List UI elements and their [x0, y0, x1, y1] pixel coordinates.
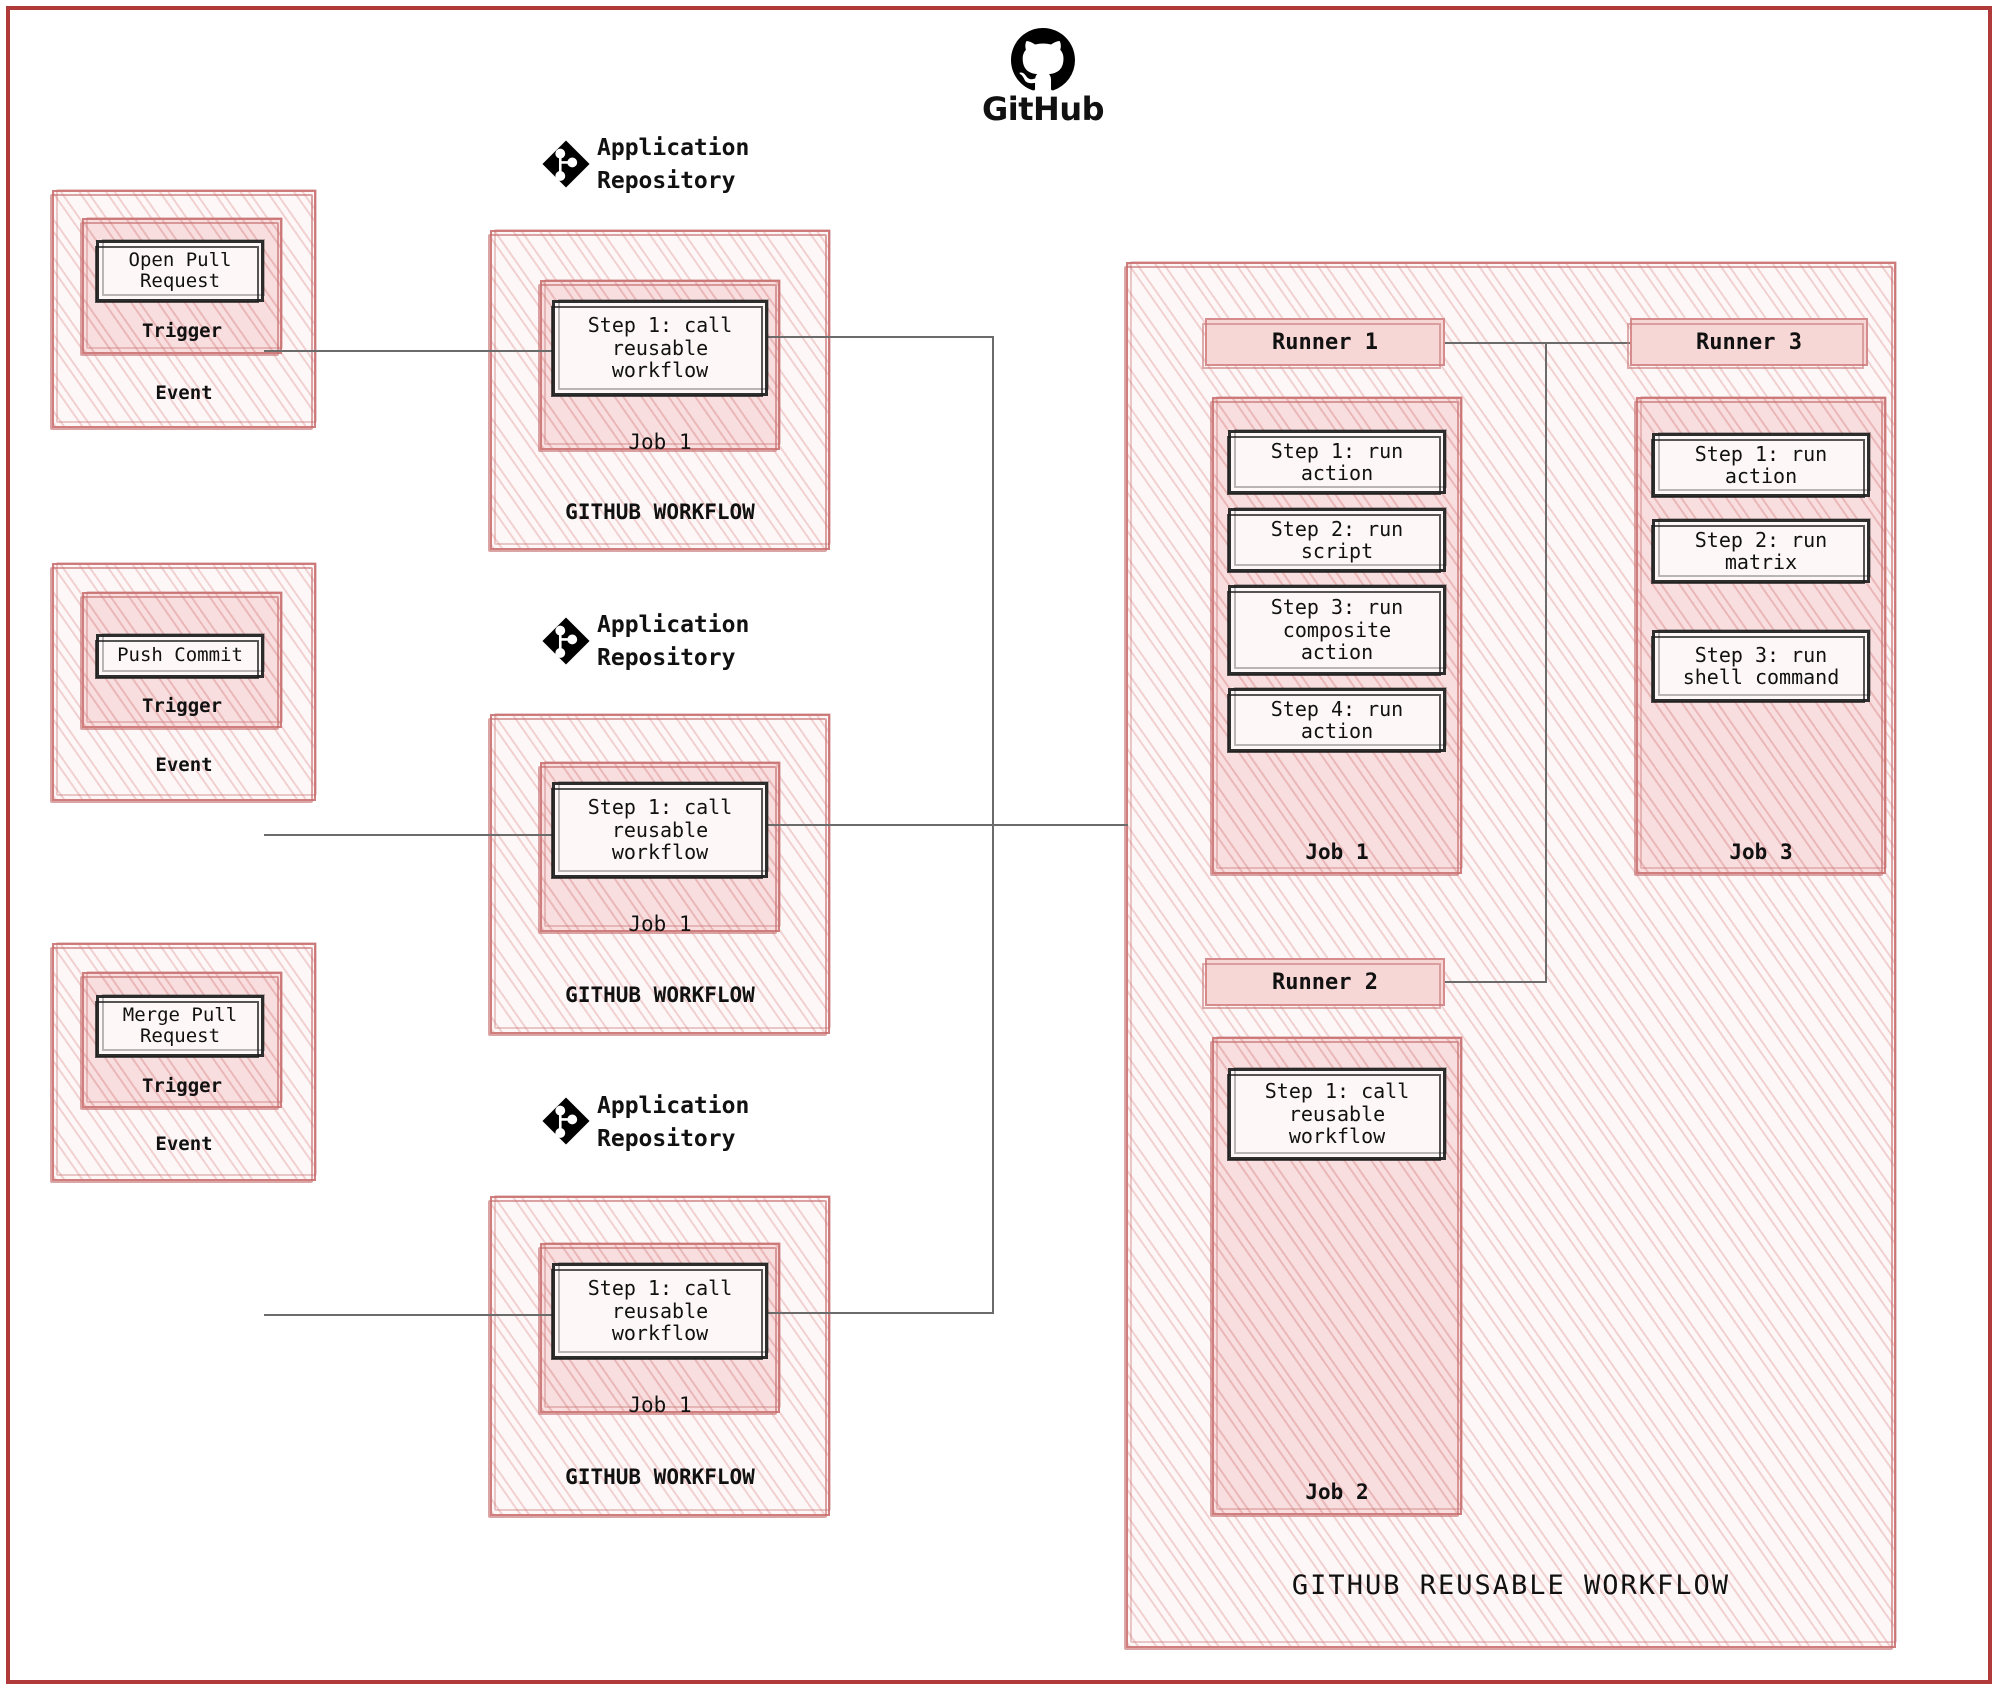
job1-step-4-label: Step 4: run action — [1270, 696, 1404, 743]
connector-workflow1-right — [766, 336, 994, 338]
repo-title-3-line2: Repository — [597, 1126, 736, 1152]
event-label-1: Event — [155, 382, 213, 404]
repo-title-2-line2: Repository — [597, 645, 736, 671]
job3-step-3[interactable]: Step 3: run shell command — [1651, 629, 1871, 703]
connector-event1-to-workflow1 — [264, 350, 554, 352]
connector-event3-to-workflow3 — [264, 1314, 554, 1316]
job-label-3: Job 1 — [628, 1393, 692, 1417]
connector-workflow3-right — [766, 1312, 994, 1314]
job-label-2: Job 1 — [628, 912, 692, 936]
trigger-label-2: Trigger — [141, 695, 223, 717]
workflow-label-3: GITHUB WORKFLOW — [565, 1465, 755, 1489]
github-wordmark: GitHub — [982, 90, 1105, 128]
reusable-job-2-label: Job 2 — [1305, 1480, 1369, 1504]
runner-3-label: Runner 3 — [1696, 329, 1802, 355]
job-label-1: Job 1 — [628, 430, 692, 454]
connector-bus-to-runner3 — [1545, 342, 1633, 344]
job1-step-1[interactable]: Step 1: run action — [1227, 429, 1447, 495]
workflow-step-3-label: Step 1: call reusable workflow — [587, 1276, 733, 1346]
git-logo-icon-3 — [540, 1095, 592, 1151]
reusable-job-1-label: Job 1 — [1305, 840, 1369, 864]
job3-step-1-label: Step 1: run action — [1694, 441, 1828, 488]
job3-step-3-label: Step 3: run shell command — [1682, 642, 1840, 689]
event-label-3: Event — [155, 1133, 213, 1155]
diagram-canvas: GitHub Open Pull Request Trigger Event P… — [0, 0, 2000, 1691]
job3-step-2-label: Step 2: run matrix — [1694, 527, 1828, 574]
event-step-3[interactable]: Merge Pull Request — [95, 994, 265, 1058]
workflow-step-1-label: Step 1: call reusable workflow — [587, 313, 733, 383]
github-brand: GitHub — [978, 28, 1108, 128]
reusable-workflow-panel-label: GITHUB REUSABLE WORKFLOW — [1291, 1570, 1731, 1601]
trigger-label-1: Trigger — [141, 320, 223, 342]
connector-bus-to-reusable — [766, 824, 1128, 826]
job2-step-1[interactable]: Step 1: call reusable workflow — [1227, 1067, 1447, 1161]
connector-event2-to-workflow2 — [264, 834, 554, 836]
github-mark-icon — [1011, 28, 1075, 91]
connector-runner-vertical-bus — [1545, 342, 1547, 982]
reusable-job-3-label: Job 3 — [1729, 840, 1793, 864]
workflow-step-1[interactable]: Step 1: call reusable workflow — [551, 299, 769, 397]
event-step-3-label: Merge Pull Request — [122, 1003, 238, 1047]
connector-bus-to-runner2 — [1443, 981, 1547, 983]
event-step-2[interactable]: Push Commit — [95, 633, 265, 679]
job3-step-2[interactable]: Step 2: run matrix — [1651, 518, 1871, 584]
job1-step-2[interactable]: Step 2: run script — [1227, 507, 1447, 573]
runner-1[interactable]: Runner 1 — [1202, 318, 1445, 369]
event-label-2: Event — [155, 754, 213, 776]
connector-runner1-to-bus — [1443, 342, 1547, 344]
workflow-label-2: GITHUB WORKFLOW — [565, 983, 755, 1007]
job1-step-4[interactable]: Step 4: run action — [1227, 687, 1447, 753]
job1-step-3-label: Step 3: run composite action — [1270, 595, 1404, 665]
git-logo-icon-2 — [540, 615, 592, 671]
repo-title-3-line1: Application — [597, 1093, 750, 1119]
job2-step-1-label: Step 1: call reusable workflow — [1264, 1079, 1410, 1149]
job1-step-1-label: Step 1: run action — [1270, 438, 1404, 485]
git-logo-icon-1 — [540, 138, 592, 194]
job3-step-1[interactable]: Step 1: run action — [1651, 432, 1871, 498]
event-step-2-label: Push Commit — [117, 644, 243, 667]
runner-3[interactable]: Runner 3 — [1627, 318, 1868, 369]
workflow-step-3[interactable]: Step 1: call reusable workflow — [551, 1262, 769, 1360]
runner-2[interactable]: Runner 2 — [1202, 958, 1445, 1009]
event-step-1[interactable]: Open Pull Request — [95, 239, 265, 303]
trigger-label-3: Trigger — [141, 1075, 223, 1097]
runner-2-label: Runner 2 — [1272, 969, 1378, 995]
event-step-1-label: Open Pull Request — [128, 248, 232, 292]
repo-title-1-line1: Application — [597, 135, 750, 161]
repo-title-2-line1: Application — [597, 612, 750, 638]
job1-step-2-label: Step 2: run script — [1270, 516, 1404, 563]
workflow-step-2-label: Step 1: call reusable workflow — [587, 795, 733, 865]
repo-title-1-line2: Repository — [597, 168, 736, 194]
runner-1-label: Runner 1 — [1272, 329, 1378, 355]
job1-step-3[interactable]: Step 3: run composite action — [1227, 584, 1447, 676]
workflow-label-1: GITHUB WORKFLOW — [565, 500, 755, 524]
workflow-step-2[interactable]: Step 1: call reusable workflow — [551, 781, 769, 879]
